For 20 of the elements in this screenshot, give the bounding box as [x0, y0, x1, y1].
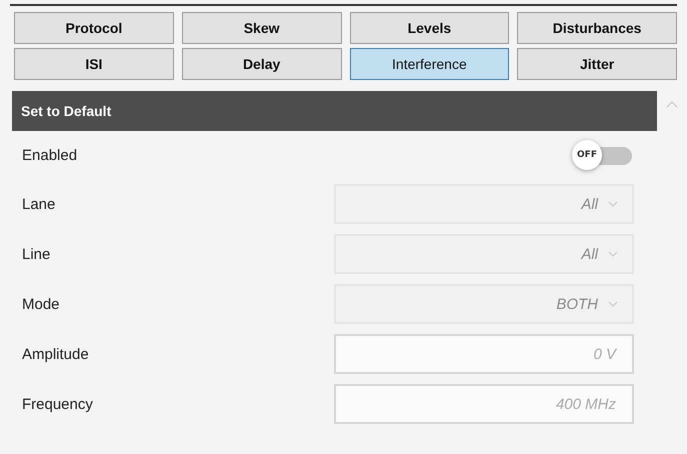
- tab[interactable]: Delay: [182, 48, 342, 80]
- scroll-up-icon[interactable]: [666, 100, 678, 108]
- field-label: Enabled: [22, 146, 78, 164]
- chevron-down-icon: [608, 251, 618, 257]
- chevron-down-icon: [608, 201, 618, 207]
- toggle-switch[interactable]: OFF: [570, 140, 634, 170]
- tab[interactable]: Interference: [350, 48, 510, 80]
- tab[interactable]: Protocol: [14, 12, 174, 44]
- panel-header[interactable]: Set to Default: [12, 91, 657, 131]
- tab[interactable]: Levels: [350, 12, 510, 44]
- field-label: Lane: [22, 196, 56, 212]
- tab[interactable]: Jitter: [517, 48, 677, 80]
- chevron-down-icon: [608, 301, 618, 307]
- field-label: Mode: [22, 296, 60, 312]
- tab[interactable]: Skew: [182, 12, 342, 44]
- field-label: Frequency: [22, 396, 93, 412]
- field-label: Amplitude: [22, 346, 89, 362]
- field-label: Line: [22, 246, 50, 262]
- tab[interactable]: Disturbances: [517, 12, 677, 44]
- tab[interactable]: ISI: [14, 48, 174, 80]
